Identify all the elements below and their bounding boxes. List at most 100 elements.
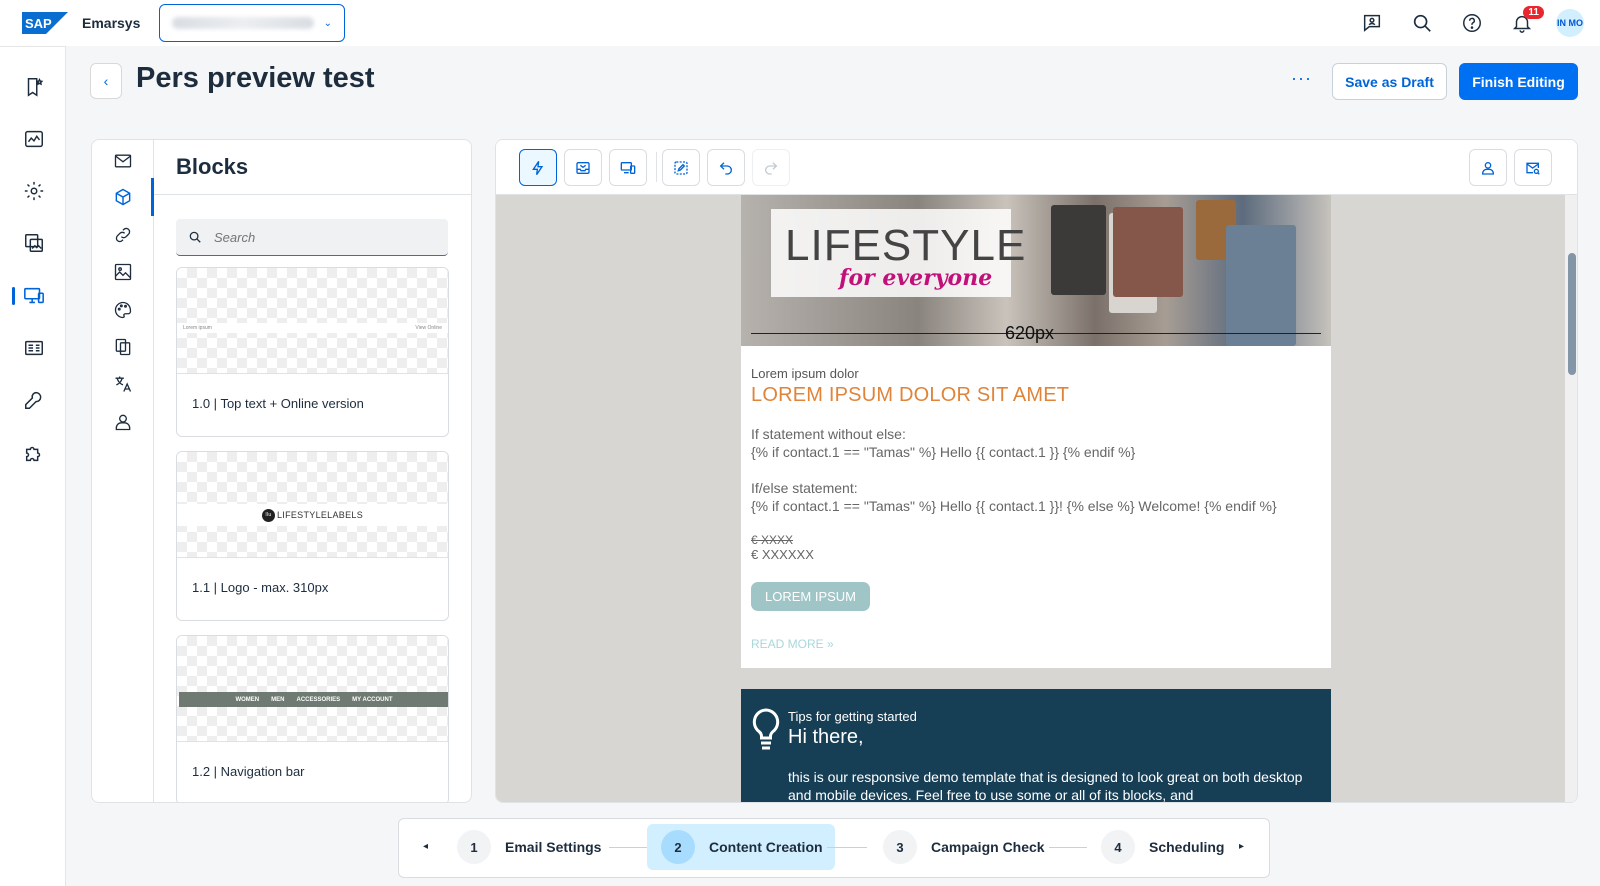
link-icon[interactable] bbox=[111, 223, 135, 247]
redo-icon[interactable] bbox=[752, 149, 790, 186]
next-step-arrow-icon[interactable]: ▸ bbox=[1239, 841, 1244, 852]
step-connector bbox=[1049, 847, 1087, 848]
read-more-link[interactable]: READ MORE » bbox=[751, 637, 1321, 651]
prev-step-arrow-icon[interactable]: ◂ bbox=[423, 841, 428, 852]
sap-logo[interactable]: SAP bbox=[22, 12, 68, 34]
settings-cog-icon[interactable] bbox=[20, 177, 48, 205]
images-icon[interactable] bbox=[20, 229, 48, 257]
bookmark-star-icon[interactable] bbox=[20, 73, 48, 101]
thumb-logo-text: LIFESTYLELABELS bbox=[276, 510, 364, 520]
person-preview-icon[interactable] bbox=[1469, 149, 1507, 186]
step-campaign-check[interactable]: 3 Campaign Check bbox=[869, 824, 1057, 870]
block-label: 1.1 | Logo - max. 310px bbox=[192, 580, 329, 595]
scrollbar-thumb[interactable] bbox=[1568, 253, 1576, 375]
tab-active-indicator bbox=[151, 178, 154, 216]
wrench-icon[interactable] bbox=[20, 386, 48, 414]
blocks-panel: Blocks Lorem ipsum View Online 1.0 | Top… bbox=[91, 139, 472, 803]
canvas-scrollbar[interactable] bbox=[1565, 195, 1577, 802]
email-body-block[interactable]: Lorem ipsum dolor LOREM IPSUM DOLOR SIT … bbox=[741, 346, 1331, 668]
user-avatar[interactable]: IN MO bbox=[1556, 9, 1584, 37]
feedback-icon[interactable] bbox=[1356, 8, 1388, 38]
email-canvas[interactable]: LIFESTYLE for everyone 620px Lorem ipsum… bbox=[496, 195, 1565, 803]
block-card[interactable]: WOMEN MEN ACCESSORIES MY ACCOUNT 1.2 | N… bbox=[176, 635, 449, 802]
palette-icon[interactable] bbox=[111, 298, 135, 322]
thumb-nav-item: MEN bbox=[271, 696, 285, 703]
blocks-search-input[interactable] bbox=[214, 229, 414, 245]
hero-subtitle: for everyone bbox=[839, 265, 993, 291]
id-card-icon[interactable] bbox=[20, 334, 48, 362]
tips-text: this is our responsive demo template tha… bbox=[788, 769, 1303, 803]
email-heading: LOREM IPSUM DOLOR SIT AMET bbox=[751, 384, 1070, 406]
step-label: Campaign Check bbox=[931, 839, 1045, 855]
step-label: Email Settings bbox=[505, 839, 602, 855]
copy-icon[interactable] bbox=[111, 335, 135, 359]
block-thumbnail: llu LIFESTYLELABELS bbox=[177, 452, 448, 558]
tips-kicker: Tips for getting started bbox=[788, 709, 917, 724]
inbox-icon[interactable] bbox=[564, 149, 602, 186]
campaign-stepper: ◂ 1 Email Settings 2 Content Creation 3 … bbox=[398, 818, 1270, 878]
hero-title: LIFESTYLE bbox=[785, 221, 1027, 270]
thumb-nav-item: MY ACCOUNT bbox=[352, 696, 393, 703]
tips-heading: Hi there, bbox=[788, 726, 864, 748]
step-label: Scheduling bbox=[1149, 839, 1225, 855]
block-card[interactable]: Lorem ipsum View Online 1.0 | Top text +… bbox=[176, 267, 449, 437]
undo-icon[interactable] bbox=[707, 149, 745, 186]
step-connector bbox=[609, 847, 649, 848]
step-content-creation[interactable]: 2 Content Creation bbox=[647, 824, 835, 870]
page-title: Pers preview test bbox=[136, 62, 375, 94]
save-as-draft-button[interactable]: Save as Draft bbox=[1332, 63, 1447, 100]
hero-jeans bbox=[1226, 225, 1296, 346]
block-card[interactable]: llu LIFESTYLELABELS 1.1 | Logo - max. 31… bbox=[176, 451, 449, 621]
block-label: 1.2 | Navigation bar bbox=[192, 764, 305, 779]
toolbar-separator bbox=[656, 152, 657, 182]
account-select[interactable]: ⌄ bbox=[159, 4, 345, 42]
if-label: If statement without else: bbox=[751, 426, 906, 442]
mail-search-icon[interactable] bbox=[1514, 149, 1552, 186]
step-number: 4 bbox=[1101, 830, 1135, 864]
analytics-icon[interactable] bbox=[20, 125, 48, 153]
step-email-settings[interactable]: 1 Email Settings bbox=[443, 824, 613, 870]
blocks-search[interactable] bbox=[176, 219, 448, 256]
ifelse-code: {% if contact.1 == "Tamas" %} Hello {{ c… bbox=[751, 498, 1277, 514]
image-icon[interactable] bbox=[111, 260, 135, 284]
back-button[interactable]: ‹ bbox=[90, 63, 122, 99]
edit-pencil-icon[interactable] bbox=[662, 149, 700, 186]
email-preview[interactable]: LIFESTYLE for everyone 620px Lorem ipsum… bbox=[741, 195, 1331, 668]
hero-image[interactable]: LIFESTYLE for everyone 620px bbox=[741, 195, 1331, 346]
chevron-down-icon: ⌄ bbox=[323, 17, 332, 29]
svg-text:SAP: SAP bbox=[25, 16, 52, 31]
search-icon bbox=[189, 231, 201, 243]
thumb-text: View Online bbox=[415, 325, 442, 331]
old-price: € XXXX bbox=[751, 533, 794, 547]
lightbulb-icon bbox=[752, 708, 780, 750]
tips-block[interactable]: Tips for getting started Hi there, this … bbox=[741, 689, 1331, 803]
chevron-left-icon: ‹ bbox=[103, 73, 109, 89]
search-icon[interactable] bbox=[1406, 8, 1438, 38]
mail-icon[interactable] bbox=[111, 149, 135, 173]
step-connector bbox=[827, 847, 867, 848]
puzzle-icon[interactable] bbox=[20, 439, 48, 467]
devices-icon[interactable] bbox=[20, 282, 48, 310]
logo-mark: llu bbox=[261, 508, 275, 522]
translate-icon[interactable] bbox=[111, 372, 135, 396]
email-cta-button[interactable]: LOREM IPSUM bbox=[751, 582, 871, 611]
block-cube-icon[interactable] bbox=[111, 185, 135, 209]
step-scheduling[interactable]: 4 Scheduling bbox=[1087, 824, 1236, 870]
notifications-bell-icon[interactable]: 11 bbox=[1506, 6, 1544, 38]
finish-editing-button[interactable]: Finish Editing bbox=[1459, 63, 1578, 100]
step-number: 2 bbox=[661, 830, 695, 864]
price: € XXXXXX bbox=[751, 547, 814, 562]
person-icon[interactable] bbox=[111, 410, 135, 434]
if-code: {% if contact.1 == "Tamas" %} Hello {{ c… bbox=[751, 444, 1136, 460]
step-label: Content Creation bbox=[709, 839, 823, 855]
account-select-value bbox=[172, 17, 314, 29]
email-kicker: Lorem ipsum dolor bbox=[751, 366, 859, 381]
flash-icon[interactable] bbox=[519, 149, 557, 186]
shell-bar: SAP Emarsys ⌄ 11 IN MO bbox=[0, 0, 1600, 46]
ifelse-label: If/else statement: bbox=[751, 480, 858, 496]
more-options-button[interactable]: ··· bbox=[1291, 68, 1312, 89]
thumb-nav-item: ACCESSORIES bbox=[296, 696, 341, 703]
block-thumbnail: Lorem ipsum View Online bbox=[177, 268, 448, 374]
help-icon[interactable] bbox=[1456, 8, 1488, 38]
responsive-preview-icon[interactable] bbox=[609, 149, 647, 186]
